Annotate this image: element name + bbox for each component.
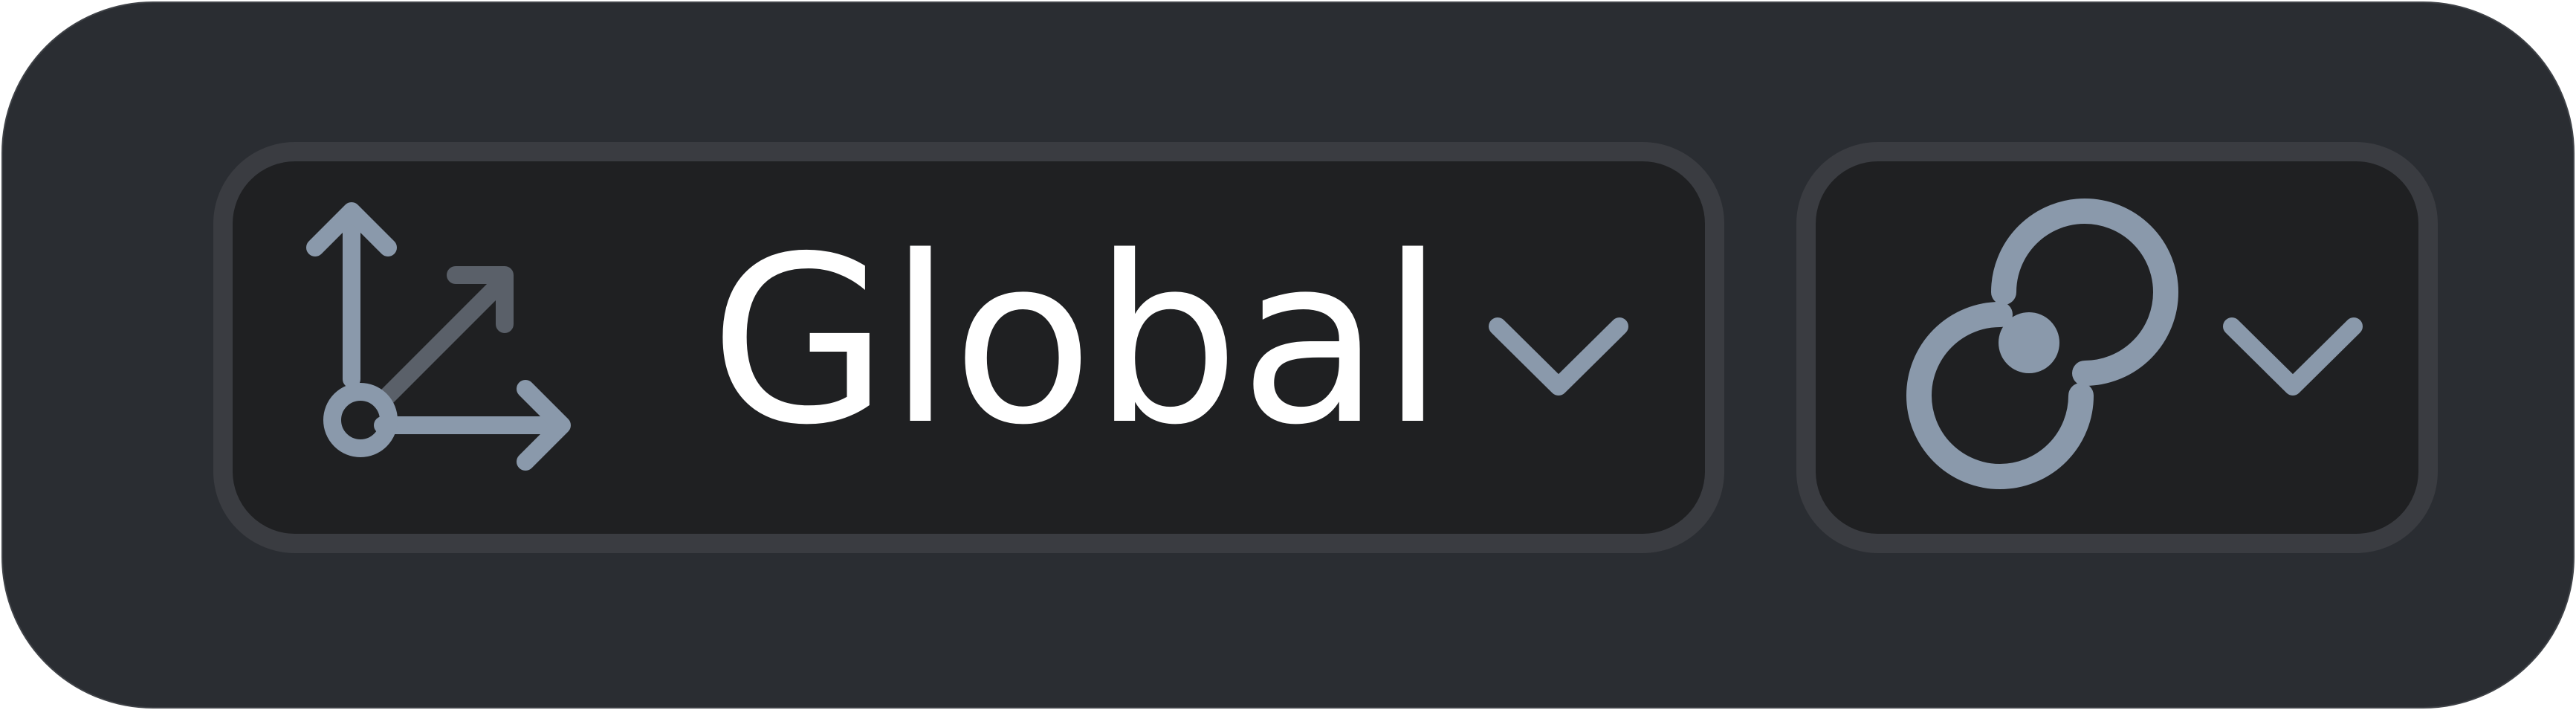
chevron-down-icon[interactable] — [1477, 306, 1640, 410]
orientation-global-axes-icon — [306, 202, 571, 471]
pivot-point-icon — [1906, 199, 2178, 489]
transform-orientation-label: Global — [710, 207, 1445, 476]
chevron-down-icon[interactable] — [2211, 306, 2375, 410]
